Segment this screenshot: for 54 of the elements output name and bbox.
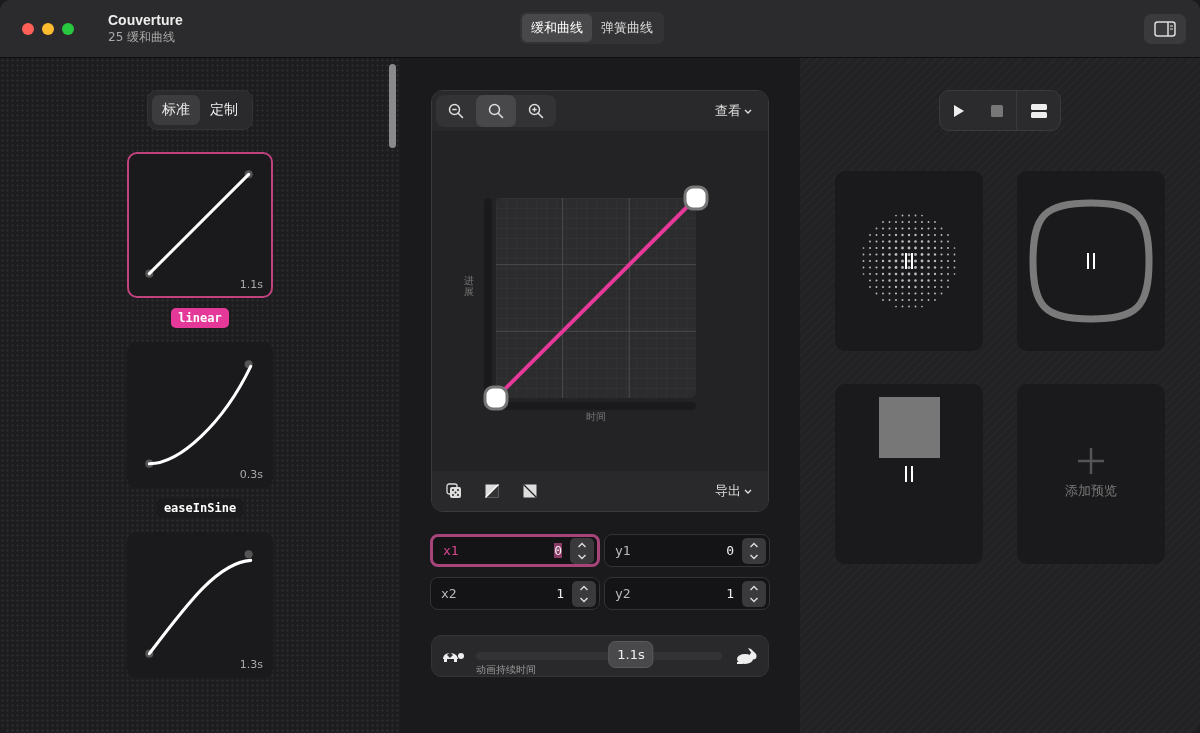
curve-name: linear	[171, 308, 229, 328]
number-field[interactable]: x1 0	[430, 534, 600, 567]
stepper[interactable]	[742, 537, 766, 564]
dice-icon	[446, 483, 462, 499]
minimize-button[interactable]	[42, 22, 54, 35]
zoom-out-icon	[448, 103, 464, 119]
number-field[interactable]: x2 1	[430, 577, 600, 610]
zoom-button[interactable]	[62, 22, 74, 35]
preview-card[interactable]	[835, 384, 983, 564]
scrollbar-thumb[interactable]	[389, 64, 396, 148]
square-drawing	[878, 397, 940, 458]
zoom-reset-button[interactable]	[476, 95, 516, 127]
diagonal-square-icon	[522, 483, 538, 499]
stop-icon	[991, 104, 1003, 117]
zoom-in-icon	[528, 103, 544, 119]
close-button[interactable]	[22, 22, 34, 35]
window-title: Couverture	[108, 11, 183, 28]
duration-label: 1.3s	[239, 658, 263, 671]
slider-thumb[interactable]: 1.1s	[608, 641, 654, 668]
sidebar-toggle-button[interactable]	[1144, 13, 1186, 44]
curve-card[interactable]: 1.3s	[127, 532, 273, 678]
diagonal-square-icon	[484, 483, 500, 499]
stepper[interactable]	[570, 537, 594, 564]
add-preview-label: 添加预览	[1065, 482, 1117, 500]
number-field[interactable]: y2 1	[604, 577, 770, 610]
chevron-down-icon	[744, 488, 752, 494]
view-menu-button[interactable]: 查看	[709, 101, 758, 121]
y-axis-label: 进展	[464, 275, 474, 297]
rows-icon	[1030, 103, 1047, 118]
x-axis-label: 时间	[586, 410, 606, 424]
number-field[interactable]: y1 0	[604, 534, 770, 567]
duration-label: 1.1s	[239, 278, 263, 291]
segment[interactable]: 标准	[152, 95, 200, 125]
plus-icon	[1078, 448, 1104, 474]
segment[interactable]: 定制	[200, 95, 248, 125]
curve-name: easeInSine	[156, 498, 244, 518]
stepper[interactable]	[742, 580, 766, 607]
preview-card[interactable]	[1017, 171, 1165, 351]
tab[interactable]: 弹簧曲线	[592, 14, 662, 42]
tab[interactable]: 缓和曲线	[522, 14, 592, 42]
curve-card[interactable]: 0.3s	[127, 342, 273, 488]
preview-card[interactable]	[835, 171, 983, 351]
stepper[interactable]	[572, 580, 596, 607]
slider-label: 动画持续时间	[476, 663, 536, 677]
play-icon	[953, 103, 965, 118]
curve-card[interactable]: 1.1s	[127, 152, 273, 298]
export-menu-button[interactable]: 导出	[709, 481, 758, 501]
chevron-down-icon	[744, 108, 752, 114]
sidebar-icon	[1154, 20, 1176, 37]
duration-label: 0.3s	[239, 468, 263, 481]
add-preview-card[interactable]: 添加预览	[1017, 384, 1165, 564]
rabbit-icon	[734, 647, 758, 665]
search-icon	[488, 103, 504, 119]
window-subtitle: 25 缓和曲线	[108, 28, 177, 46]
